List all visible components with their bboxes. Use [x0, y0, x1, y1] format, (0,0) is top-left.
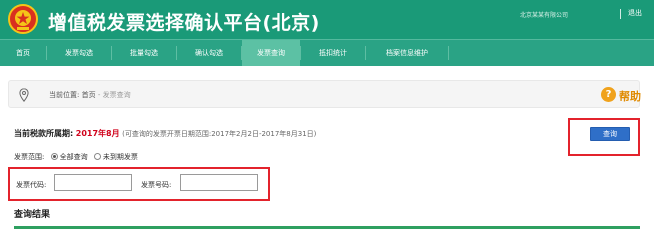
tax-period-note: (可查询的发票开票日期范围:2017年2月2日-2017年8月31日) [122, 130, 317, 138]
scope-all-radio[interactable] [50, 153, 58, 160]
results-title: 查询结果 [14, 210, 51, 220]
nav-item-home[interactable]: 首页 [0, 40, 46, 66]
breadcrumb-home-link[interactable]: 首页 [82, 91, 96, 99]
current-user-name: 北京某某有限公司 [520, 12, 569, 19]
nav-item-deduction-stats[interactable]: 抵扣统计 [301, 40, 365, 66]
scope-not-due-label[interactable]: 未到期发票 [103, 153, 138, 161]
nav-divider [448, 46, 449, 60]
invoice-code-label: 发票代码: [16, 181, 47, 189]
nav-item-invoice-select[interactable]: 发票勾选 [47, 40, 111, 66]
nav-item-batch-select[interactable]: 批量勾选 [112, 40, 176, 66]
breadcrumb-prefix: 当前位置: [49, 91, 80, 99]
invoice-number-label: 发票号码: [141, 181, 172, 189]
location-pin-icon [19, 88, 29, 102]
results-divider [14, 226, 640, 229]
logout-link[interactable]: 退出 [628, 8, 642, 18]
scope-not-due-radio[interactable] [93, 153, 101, 160]
nav-item-invoice-query[interactable]: 发票查询 [242, 40, 300, 66]
tax-period-label: 当前税款所属期: [14, 129, 74, 138]
header-divider [620, 9, 621, 19]
app-title: 增值税发票选择确认平台(北京) [48, 12, 320, 34]
breadcrumb: 当前位置: 首页 - 发票查询 ? 帮助 [8, 80, 641, 108]
main-nav: 首页 发票勾选 批量勾选 确认勾选 发票查询 抵扣统计 档案信息维护 [0, 39, 654, 66]
scope-all-label[interactable]: 全部查询 [60, 153, 88, 161]
invoice-scope-label: 发票范围: [14, 153, 45, 161]
invoice-number-input[interactable] [180, 174, 258, 191]
tax-period-value: 2017年8月 [75, 129, 120, 138]
nav-item-archive-maintenance[interactable]: 档案信息维护 [366, 40, 448, 66]
help-label: 帮助 [619, 90, 641, 103]
app-header: 增值税发票选择确认平台(北京) 北京某某有限公司 退出 [0, 0, 654, 39]
invoice-code-input[interactable] [54, 174, 132, 191]
query-button[interactable]: 查询 [590, 127, 630, 141]
tax-period-row: 当前税款所属期: 2017年8月 (可查询的发票开票日期范围:2017年2月2日… [14, 128, 316, 139]
national-emblem-icon [8, 4, 38, 34]
help-icon: ? [601, 87, 616, 102]
nav-item-confirm-select[interactable]: 确认勾选 [177, 40, 241, 66]
invoice-scope-row: 发票范围: 全部查询 未到期发票 [14, 152, 138, 162]
breadcrumb-text: 当前位置: 首页 - 发票查询 [49, 90, 131, 100]
breadcrumb-current: 发票查询 [102, 91, 131, 99]
